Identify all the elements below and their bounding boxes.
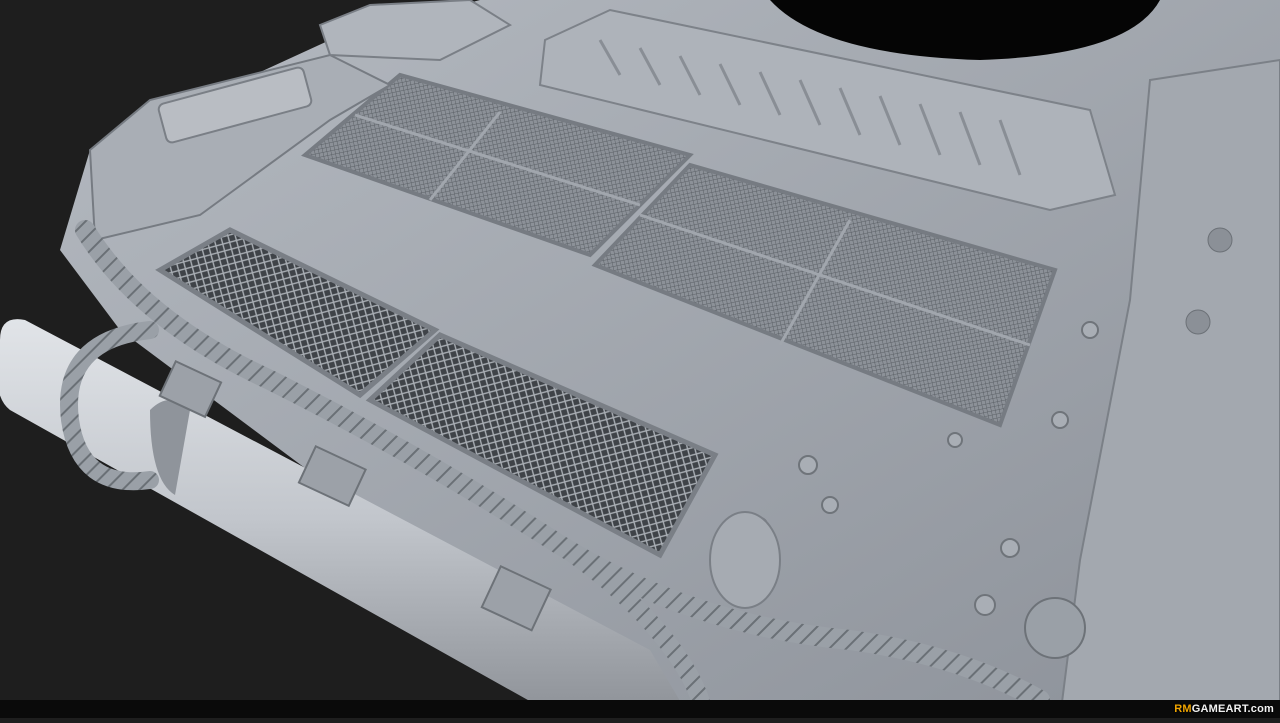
fuel-cap [1024,597,1086,659]
watermark-accent: RM [1174,703,1192,715]
bolt [1185,309,1211,335]
watermark: RMGAMEART.com [1174,703,1274,715]
inspection-plate [709,511,781,609]
tank-render [0,0,1280,720]
bottom-strip [0,700,1280,718]
watermark-text: GAMEART.com [1191,703,1274,715]
render-scene: RMGAMEART.com [0,0,1280,720]
bolt [1207,227,1233,253]
